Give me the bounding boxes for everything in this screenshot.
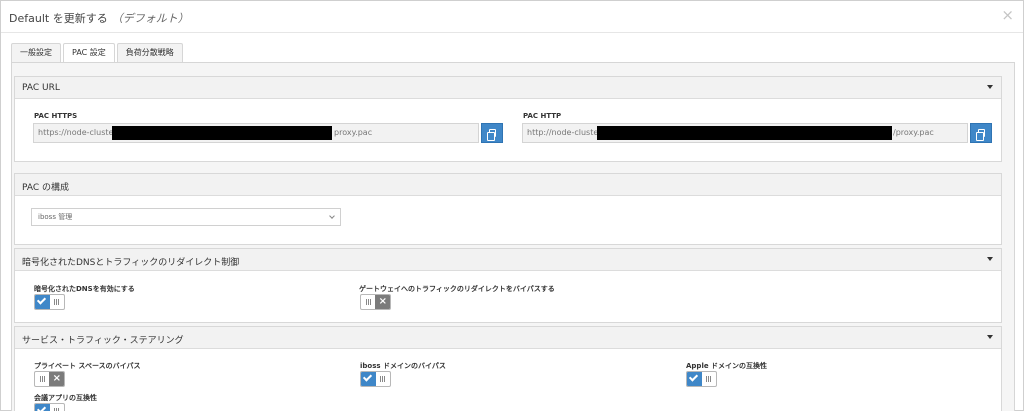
copy-http-button[interactable] (970, 123, 992, 143)
enable-dns-toggle[interactable] (34, 294, 65, 310)
check-icon (362, 372, 373, 382)
redaction-block (597, 126, 892, 140)
toggle-on-half (687, 372, 702, 386)
pac-http-value-end: /proxy.pac (893, 128, 934, 137)
iboss-domain-label: iboss ドメインのバイパス (360, 362, 446, 370)
meeting-app-label: 会議アプリの互換性 (34, 394, 97, 402)
apple-domain-label: Apple ドメインの互換性 (686, 362, 768, 370)
tab-general[interactable]: 一般設定 (11, 43, 61, 63)
toggle-grip-icon (40, 376, 47, 382)
enable-dns-label: 暗号化されたDNSを有効にする (34, 285, 135, 293)
check-icon (688, 372, 699, 382)
pac-url-panel: PAC URL (14, 76, 1002, 162)
collapse-caret-icon[interactable] (987, 335, 993, 339)
check-icon (36, 404, 47, 411)
toggle-on-half (35, 404, 50, 411)
toggle-on-half (35, 295, 50, 309)
pac-https-label: PAC HTTPS (34, 112, 78, 120)
dialog-title-sub: （デフォルト） (111, 12, 189, 25)
private-space-label: プライベート スペースのバイパス (34, 362, 141, 370)
steering-header[interactable]: サービス・トラフィック・ステアリング (15, 327, 1001, 349)
pac-config-select[interactable]: iboss 管理 (31, 208, 341, 226)
collapse-caret-icon[interactable] (987, 257, 993, 261)
toggle-off-half: × (49, 372, 64, 386)
x-icon: × (378, 296, 387, 307)
x-icon: × (52, 373, 61, 384)
toggle-off-half: × (375, 295, 390, 309)
copy-icon (976, 129, 985, 141)
dialog-title: Default を更新する （デフォルト） (9, 10, 189, 26)
pac-http-value-start: http://node-cluste (527, 128, 599, 137)
copy-https-button[interactable] (481, 123, 503, 143)
bypass-gateway-label: ゲートウェイへのトラフィックのリダイレクトをバイパスする (359, 285, 555, 293)
check-icon (36, 295, 47, 305)
redaction-block (112, 126, 332, 140)
toggle-grip-icon (366, 299, 373, 305)
dialog-title-bar: Default を更新する （デフォルト） × (1, 1, 1023, 33)
private-space-toggle[interactable]: × (34, 371, 65, 387)
pac-url-header[interactable]: PAC URL (15, 77, 1001, 99)
meeting-app-toggle[interactable] (34, 403, 65, 411)
toggle-on-half (361, 372, 376, 386)
close-icon[interactable]: × (1001, 8, 1014, 23)
steering-heading: サービス・トラフィック・ステアリング (22, 336, 184, 346)
update-dialog: Default を更新する （デフォルト） × 一般設定 PAC 設定 負荷分散戦… (0, 0, 1024, 411)
pac-http-label: PAC HTTP (523, 112, 562, 120)
dns-redirect-heading: 暗号化されたDNSとトラフィックのリダイレクト制御 (22, 258, 240, 268)
pac-https-value-end: proxy.pac (334, 128, 373, 137)
bypass-gateway-toggle[interactable]: × (360, 294, 391, 310)
collapse-caret-icon[interactable] (987, 85, 993, 89)
apple-domain-toggle[interactable] (686, 371, 717, 387)
toggle-grip-icon (54, 299, 61, 305)
tab-bar: 一般設定 PAC 設定 負荷分散戦略 (11, 43, 185, 64)
pac-https-value-start: https://node-cluste (38, 128, 114, 137)
toggle-grip-icon (706, 376, 713, 382)
dialog-title-main: Default を更新する (9, 12, 108, 25)
steering-panel: サービス・トラフィック・ステアリング (14, 326, 1002, 411)
tab-load-balancing[interactable]: 負荷分散戦略 (116, 43, 183, 63)
copy-icon (487, 129, 496, 141)
toggle-grip-icon (380, 376, 387, 382)
pac-config-heading: PAC の構成 (22, 183, 69, 193)
tab-pac-settings[interactable]: PAC 設定 (63, 43, 115, 64)
pac-config-selected: iboss 管理 (38, 213, 73, 221)
chevron-down-icon (329, 213, 335, 219)
dns-redirect-header[interactable]: 暗号化されたDNSとトラフィックのリダイレクト制御 (15, 249, 1001, 271)
iboss-domain-toggle[interactable] (360, 371, 391, 387)
pac-url-heading: PAC URL (22, 83, 60, 93)
pac-config-header: PAC の構成 (15, 174, 1001, 196)
